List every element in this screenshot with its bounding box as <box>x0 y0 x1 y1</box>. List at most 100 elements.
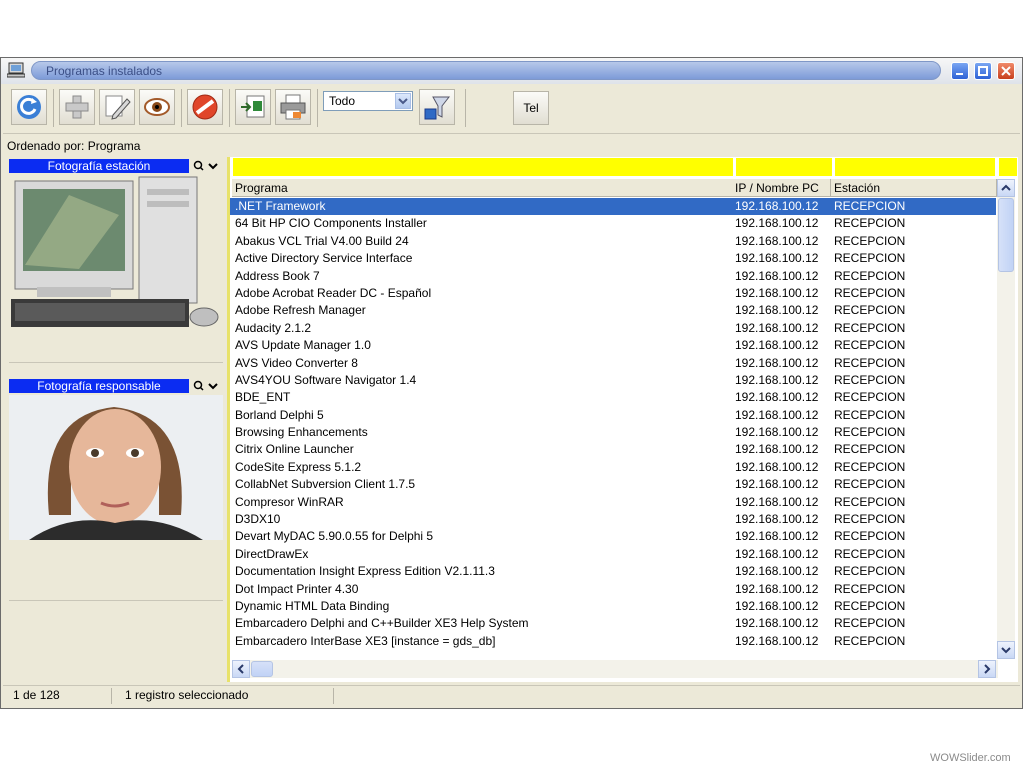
table-row[interactable]: Address Book 7 192.168.100.12 RECEPCION <box>230 268 996 285</box>
maximize-button[interactable] <box>974 62 992 80</box>
cell-programa: CodeSite Express 5.1.2 <box>235 459 362 474</box>
cell-programa: AVS Update Manager 1.0 <box>235 338 371 353</box>
cell-programa: AVS Video Converter 8 <box>235 355 358 370</box>
cell-ip: 192.168.100.12 <box>735 459 819 474</box>
refresh-button[interactable] <box>11 89 47 125</box>
table-row[interactable]: .NET Framework 192.168.100.12 RECEPCION <box>230 198 996 216</box>
cell-programa: Citrix Online Launcher <box>235 442 354 457</box>
minimize-button[interactable] <box>951 62 969 80</box>
export-excel-button[interactable] <box>235 89 271 125</box>
cell-ip: 192.168.100.12 <box>735 477 819 492</box>
filter-button[interactable] <box>419 89 455 125</box>
filter-select[interactable]: Todo <box>323 91 413 111</box>
cell-estacion: RECEPCION <box>834 285 906 300</box>
scroll-down-button[interactable] <box>997 641 1015 659</box>
table-row[interactable]: Embarcadero InterBase XE3 [instance = gd… <box>230 633 996 650</box>
table-row[interactable]: Audacity 2.1.2 192.168.100.12 RECEPCION <box>230 320 996 337</box>
scroll-up-button[interactable] <box>997 179 1015 197</box>
minimize-icon <box>956 73 963 75</box>
edit-button[interactable] <box>99 89 135 125</box>
vertical-scroll-thumb[interactable] <box>998 198 1014 272</box>
cell-ip: 192.168.100.12 <box>735 598 819 613</box>
cell-ip: 192.168.100.12 <box>735 233 819 248</box>
title-pill: Programas instalados <box>31 61 941 80</box>
cell-programa: DirectDrawEx <box>235 546 309 561</box>
table-row[interactable]: CodeSite Express 5.1.2 192.168.100.12 RECE… <box>230 459 996 476</box>
view-button[interactable] <box>139 89 175 125</box>
cell-ip: 192.168.100.12 <box>735 338 819 353</box>
table-row[interactable]: Browsing Enhancements 192.168.100.12 RECEP… <box>230 424 996 441</box>
scroll-right-button[interactable] <box>978 660 996 678</box>
column-filter-programa[interactable] <box>233 158 733 176</box>
photo-search-icon[interactable] <box>193 379 221 393</box>
print-button[interactable] <box>275 89 311 125</box>
table-row[interactable]: AVS4YOU Software Navigator 1.4 192.168.10… <box>230 372 996 389</box>
column-header-programa[interactable]: Programa <box>232 179 734 197</box>
chevron-down-icon[interactable] <box>395 93 411 109</box>
table-row[interactable]: BDE_ENT 192.168.100.12 RECEPCION <box>230 389 996 406</box>
table-row[interactable]: Adobe Refresh Manager 192.168.100.12 RECEP… <box>230 302 996 319</box>
cell-estacion: RECEPCION <box>834 407 906 422</box>
scroll-left-button[interactable] <box>232 660 250 678</box>
table-row[interactable]: AVS Update Manager 1.0 192.168.100.12 RECE… <box>230 337 996 354</box>
close-button[interactable] <box>997 62 1015 80</box>
table-row[interactable]: Embarcadero Delphi and C++Builder XE3 He… <box>230 615 996 632</box>
window-title: Programas instalados <box>46 64 163 78</box>
cell-estacion: RECEPCION <box>834 303 906 318</box>
cell-programa: Active Directory Service Interface <box>235 251 413 266</box>
cell-estacion: RECEPCION <box>834 355 906 370</box>
vertical-scrollbar[interactable] <box>997 179 1015 659</box>
table-row[interactable]: Borland Delphi 5 192.168.100.12 RECEPCION <box>230 407 996 424</box>
table-row[interactable]: Active Directory Service Interface 192.16… <box>230 250 996 267</box>
table-row[interactable]: Abakus VCL Trial V4.00 Build 24 192.168.1… <box>230 233 996 250</box>
photo-search-icon[interactable] <box>193 159 221 173</box>
table-row[interactable]: DirectDrawEx 192.168.100.12 RECEPCION <box>230 546 996 563</box>
view-icon <box>144 98 170 116</box>
computer-icon <box>7 62 25 78</box>
add-button[interactable] <box>59 89 95 125</box>
computer-photo <box>11 176 219 327</box>
station-photo-label: Fotografía estación <box>9 159 189 173</box>
station-photo <box>9 175 223 361</box>
main-window: Programas instalados Todo Tel Ordenado p… <box>0 57 1023 709</box>
print-icon <box>280 94 306 120</box>
column-filter-estacion[interactable] <box>835 158 995 176</box>
cell-programa: Devart MyDAC 5.90.0.55 for Delphi 5 <box>235 529 434 544</box>
cell-programa: Adobe Refresh Manager <box>235 303 366 318</box>
cell-estacion: RECEPCION <box>834 564 906 579</box>
column-filter-ip[interactable] <box>736 158 832 176</box>
table-row[interactable]: Dynamic HTML Data Binding 192.168.100.12 R… <box>230 598 996 615</box>
chevron-up-icon <box>1001 184 1011 191</box>
tel-button[interactable]: Tel <box>513 91 549 125</box>
cell-estacion: RECEPCION <box>834 268 906 283</box>
delete-icon <box>192 94 218 120</box>
title-bar[interactable]: Programas instalados <box>1 58 1022 84</box>
cell-ip: 192.168.100.12 <box>735 355 819 370</box>
table-row[interactable]: 64 Bit HP CIO Components Installer 192.16… <box>230 215 996 232</box>
export-excel-icon <box>241 95 265 118</box>
table-row[interactable]: AVS Video Converter 8 192.168.100.12 RECEP… <box>230 355 996 372</box>
cell-programa: AVS4YOU Software Navigator 1.4 <box>235 372 417 387</box>
watermark: WOWSlider.com <box>930 752 1011 764</box>
delete-button[interactable] <box>187 89 223 125</box>
horizontal-scrollbar[interactable] <box>232 660 998 678</box>
cell-ip: 192.168.100.12 <box>735 546 819 561</box>
table-row[interactable]: Devart MyDAC 5.90.0.55 for Delphi 5 192.1… <box>230 528 996 545</box>
table-row[interactable]: Documentation Insight Express Edition V2… <box>230 563 996 580</box>
cell-programa: Dynamic HTML Data Binding <box>235 598 390 613</box>
cell-programa: D3DX10 <box>235 512 281 527</box>
table-row[interactable]: Dot Impact Printer 4.30 192.168.100.12 REC… <box>230 581 996 598</box>
cell-programa: BDE_ENT <box>235 390 291 405</box>
table-row[interactable]: Adobe Acrobat Reader DC - Español 192.168… <box>230 285 996 302</box>
column-header-ip[interactable]: IP / Nombre PC <box>732 179 831 197</box>
column-header-estacion[interactable]: Estación <box>831 179 997 197</box>
cell-ip: 192.168.100.12 <box>735 442 819 457</box>
table-row[interactable]: CollabNet Subversion Client 1.7.5 192.168… <box>230 476 996 493</box>
cell-estacion: RECEPCION <box>834 425 906 440</box>
responsible-photo <box>9 395 223 599</box>
cell-ip: 192.168.100.12 <box>735 616 819 631</box>
horizontal-scroll-thumb[interactable] <box>251 661 273 677</box>
table-row[interactable]: Compresor WinRAR 192.168.100.12 RECEPCION <box>230 494 996 511</box>
table-row[interactable]: D3DX10 192.168.100.12 RECEPCION <box>230 511 996 528</box>
table-row[interactable]: Citrix Online Launcher 192.168.100.12 RECE… <box>230 441 996 458</box>
